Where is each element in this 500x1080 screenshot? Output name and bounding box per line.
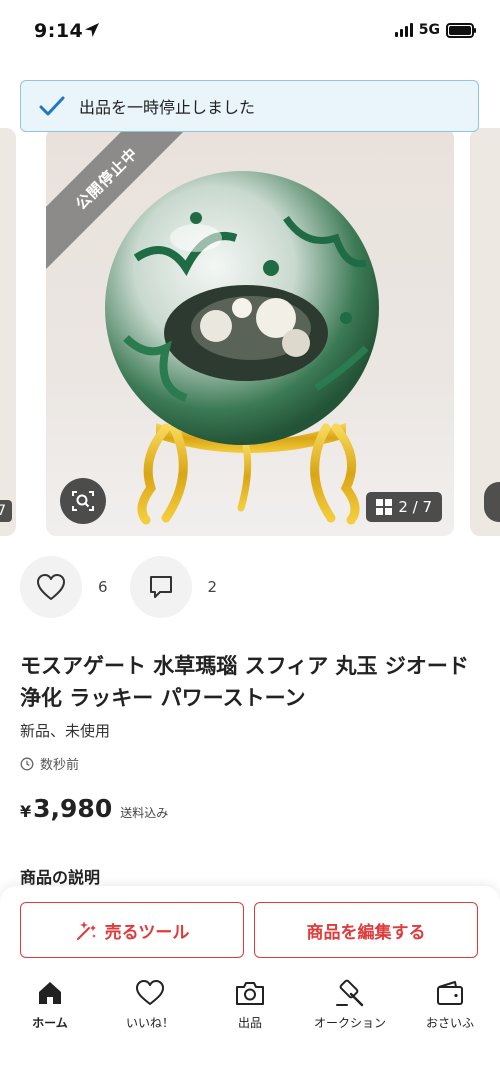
- posted-time-text: 数秒前: [40, 758, 80, 773]
- next-photo[interactable]: [470, 128, 500, 536]
- shipping-note: 送料込み: [120, 806, 169, 820]
- image-search-button[interactable]: [60, 478, 106, 524]
- page-indicator-text: 2 / 7: [398, 498, 432, 516]
- tab-sell-label: 出品: [237, 1016, 262, 1030]
- price-value: 3,980: [33, 794, 113, 823]
- toast-message: 出品を一時停止しました: [79, 98, 256, 117]
- home-icon: [39, 982, 61, 1004]
- bottom-action-sheet: 売るツール 商品を編集する ホーム いいね！ 出品 オークション おさいふ: [0, 886, 500, 1080]
- tab-likes-label: いいね！: [125, 1016, 174, 1030]
- edit-item-label: 商品を編集する: [306, 922, 426, 943]
- description-heading: 商品の説明: [20, 868, 101, 887]
- tab-home-label: ホーム: [32, 1016, 68, 1030]
- sparkle-wand-icon: [76, 921, 96, 940]
- comment-count: 2: [207, 578, 218, 596]
- signal-icon: [394, 23, 413, 37]
- engagement-actions: 6 2: [20, 556, 239, 618]
- comment-button[interactable]: [129, 556, 192, 618]
- clock-icon: [20, 757, 34, 770]
- heart-icon: [136, 980, 164, 1005]
- suspended-ribbon: 公開停止中: [46, 128, 206, 288]
- gavel-icon: [336, 979, 364, 1007]
- photo-gallery[interactable]: 7 公開停止中 2 / 7: [0, 128, 500, 536]
- wallet-icon: [437, 981, 463, 1005]
- grid-icon: [376, 499, 393, 515]
- camera-icon: [236, 982, 264, 1005]
- location-arrow-icon: [85, 23, 99, 37]
- page-indicator[interactable]: 2 / 7: [366, 492, 442, 522]
- network-type: 5G: [418, 22, 440, 38]
- battery-icon: [446, 22, 476, 38]
- image-search-icon: [72, 491, 94, 511]
- tab-sell[interactable]: 出品: [200, 978, 300, 1038]
- previous-photo-badge: 7: [0, 500, 12, 522]
- previous-photo[interactable]: 7: [0, 128, 16, 536]
- tab-wallet-label: おさいふ: [425, 1016, 474, 1030]
- tab-auction-label: オークション: [313, 1016, 386, 1030]
- next-photo-badge: [484, 482, 500, 522]
- like-button[interactable]: [20, 556, 82, 618]
- heart-icon: [37, 574, 65, 600]
- item-condition: 新品、未使用: [20, 722, 111, 740]
- price: ¥ 3,980 送料込み: [20, 794, 168, 823]
- posted-time: 数秒前: [20, 754, 79, 773]
- tab-auction[interactable]: オークション: [300, 978, 400, 1038]
- item-title: モスアゲート 水草瑪瑙 スフィア 丸玉 ジオード 浄化 ラッキー パワーストーン: [20, 654, 469, 710]
- status-indicators: 5G: [394, 22, 476, 38]
- tab-wallet[interactable]: おさいふ: [400, 978, 500, 1038]
- status-time: 9:14: [34, 20, 84, 42]
- tab-bar: ホーム いいね！ 出品 オークション おさいふ: [0, 978, 500, 1038]
- status-bar: 9:14 5G: [0, 0, 500, 60]
- sell-tool-button[interactable]: 売るツール: [20, 902, 244, 958]
- tab-home[interactable]: ホーム: [0, 978, 100, 1038]
- item-photo[interactable]: 公開停止中 2 / 7: [46, 128, 454, 536]
- status-toast: 出品を一時停止しました: [20, 80, 479, 132]
- currency-symbol: ¥: [20, 802, 32, 821]
- sell-tool-label: 売るツール: [104, 922, 190, 943]
- edit-item-button[interactable]: 商品を編集する: [254, 902, 478, 958]
- like-count: 6: [98, 578, 108, 596]
- comment-icon: [149, 576, 172, 598]
- checkmark-icon: [39, 96, 65, 116]
- ribbon-label: 公開停止中: [71, 143, 142, 214]
- tab-likes[interactable]: いいね！: [100, 978, 200, 1038]
